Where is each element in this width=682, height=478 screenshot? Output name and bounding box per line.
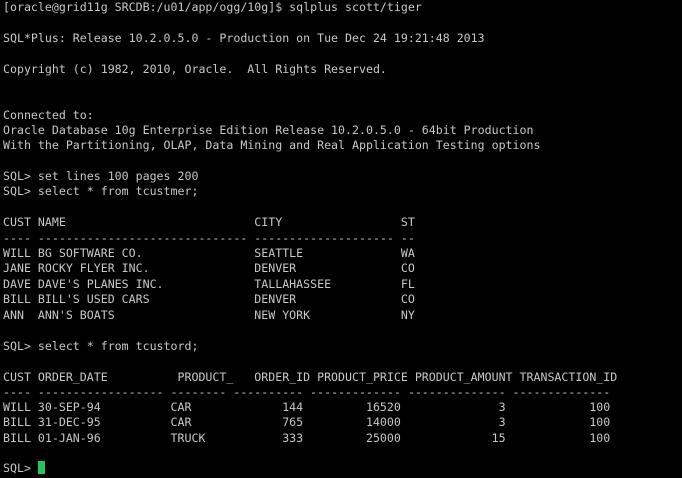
sql-select-tcustord-command: SQL> select * from tcustord; — [3, 339, 199, 353]
db-options-line: With the Partitioning, OLAP, Data Mining… — [3, 138, 541, 152]
terminal-window[interactable]: [oracle@grid11g SRCDB:/u01/app/ogg/10g]$… — [0, 0, 682, 478]
table-row: ANN ANN'S BOATS NEW YORK NY — [3, 308, 415, 322]
table-row: BILL BILL'S USED CARS DENVER CO — [3, 292, 415, 306]
sql-prompt: SQL> — [3, 461, 38, 475]
copyright-line: Copyright (c) 1982, 2010, Oracle. All Ri… — [3, 62, 387, 76]
sql-set-command: SQL> set lines 100 pages 200 — [3, 169, 199, 183]
tcustmer-header: CUST NAME CITY ST — [3, 215, 415, 229]
tcustord-header: CUST ORDER_DATE PRODUCT_ ORDER_ID PRODUC… — [3, 370, 618, 384]
tcustord-separator: ---- ------------------ -------- -------… — [3, 385, 611, 399]
table-row: WILL BG SOFTWARE CO. SEATTLE WA — [3, 246, 415, 260]
sqlplus-banner: SQL*Plus: Release 10.2.0.5.0 - Productio… — [3, 31, 485, 45]
sql-select-tcustmer-command: SQL> select * from tcustmer; — [3, 184, 199, 198]
db-version-line: Oracle Database 10g Enterprise Edition R… — [3, 123, 534, 137]
shell-command-line: [oracle@grid11g SRCDB:/u01/app/ogg/10g]$… — [3, 0, 422, 14]
table-row: BILL 31-DEC-95 CAR 765 14000 3 100 — [3, 415, 611, 429]
connected-label: Connected to: — [3, 108, 94, 122]
table-row: BILL 01-JAN-96 TRUCK 333 25000 15 100 — [3, 431, 611, 445]
table-row: WILL 30-SEP-94 CAR 144 16520 3 100 — [3, 400, 611, 414]
sql-input-line[interactable]: SQL> — [3, 461, 45, 476]
text-cursor — [37, 461, 45, 474]
table-row: DAVE DAVE'S PLANES INC. TALLAHASSEE FL — [3, 277, 415, 291]
table-row: JANE ROCKY FLYER INC. DENVER CO — [3, 261, 415, 275]
tcustmer-separator: ---- ------------------------------ ----… — [3, 231, 415, 245]
